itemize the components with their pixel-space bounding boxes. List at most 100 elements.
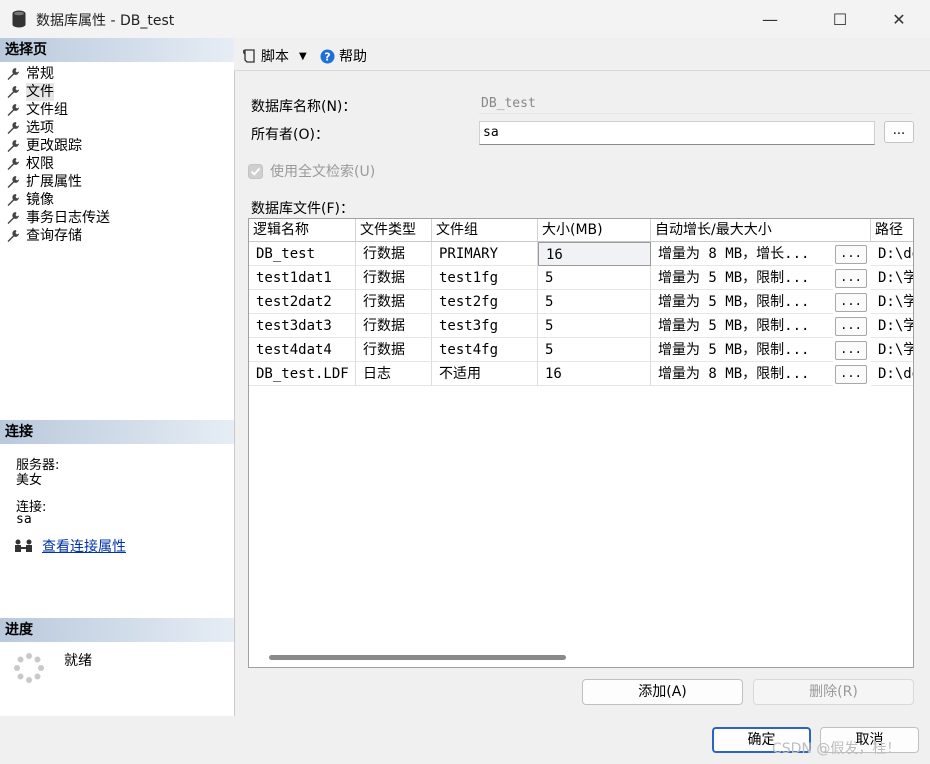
script-icon xyxy=(243,49,255,63)
autogrowth-edit-button[interactable]: ... xyxy=(835,245,867,264)
maximize-button[interactable]: ☐ xyxy=(817,0,863,38)
cell-name[interactable]: test3dat3 xyxy=(249,314,356,338)
cell-size[interactable]: 5 xyxy=(538,266,651,290)
cell-size[interactable]: 16 xyxy=(538,242,651,266)
nav-item-label: 事务日志传送 xyxy=(26,210,110,226)
cell-type: 行数据 xyxy=(356,338,432,362)
autogrowth-edit-button[interactable]: ... xyxy=(835,317,867,336)
nav-item[interactable]: 常规 xyxy=(6,65,54,83)
view-connection-properties-link[interactable]: 查看连接属性 xyxy=(42,536,126,556)
cell-path: D:\学 xyxy=(871,266,913,290)
nav-item-label: 选项 xyxy=(26,120,54,136)
nav-item-label: 常规 xyxy=(26,66,54,82)
cell-path: D:\学 xyxy=(871,338,913,362)
fulltext-checkbox-row: 使用全文检索(U) xyxy=(248,161,375,181)
add-button[interactable]: 添加(A) xyxy=(582,679,743,705)
cell-type: 行数据 xyxy=(356,266,432,290)
wrench-icon xyxy=(7,230,19,242)
wrench-icon xyxy=(7,104,19,116)
cell-size[interactable]: 5 xyxy=(538,290,651,314)
remove-button[interactable]: 删除(R) xyxy=(753,679,914,705)
cell-growth[interactable]: 增量为 5 MB，限制... xyxy=(651,338,833,362)
cell-size[interactable]: 5 xyxy=(538,338,651,362)
horizontal-scrollbar-thumb[interactable] xyxy=(269,655,566,660)
nav-item-label: 更改跟踪 xyxy=(26,138,82,154)
nav-item-label: 镜像 xyxy=(26,192,54,208)
wrench-icon xyxy=(7,176,19,188)
maximize-icon: ☐ xyxy=(832,9,848,29)
nav-item[interactable]: 文件 xyxy=(6,83,54,101)
minimize-button[interactable]: — xyxy=(747,0,793,38)
nav-item[interactable]: 镜像 xyxy=(6,191,54,209)
cell-type: 行数据 xyxy=(356,314,432,338)
cell-growth[interactable]: 增量为 5 MB，限制... xyxy=(651,266,833,290)
cell-name[interactable]: DB_test.LDF xyxy=(249,362,356,386)
connection-header: 连接 xyxy=(0,420,234,444)
nav-item[interactable]: 扩展属性 xyxy=(6,173,82,191)
close-icon: ✕ xyxy=(892,9,906,29)
db-name-field: DB_test xyxy=(479,94,913,114)
help-icon: ? xyxy=(320,49,335,63)
nav-item-label: 文件 xyxy=(26,83,54,101)
autogrowth-edit-button[interactable]: ... xyxy=(835,365,867,384)
wrench-icon xyxy=(7,194,19,206)
help-button[interactable]: ? 帮助 xyxy=(320,46,367,66)
autogrowth-edit-button[interactable]: ... xyxy=(835,341,867,360)
column-header[interactable]: 大小(MB) xyxy=(538,219,651,242)
close-button[interactable]: ✕ xyxy=(876,0,922,38)
db-files-label: 数据库文件(F)： xyxy=(251,201,354,217)
cell-name[interactable]: DB_test xyxy=(249,242,356,266)
wrench-icon xyxy=(7,86,19,98)
watermark: CSDN @假发，桂！ xyxy=(772,741,901,757)
cell-growth[interactable]: 增量为 8 MB，增长... xyxy=(651,242,833,266)
chevron-down-icon: ▼ xyxy=(299,50,307,62)
cell-group: test3fg xyxy=(432,314,538,338)
autogrowth-edit-button[interactable]: ... xyxy=(835,293,867,312)
nav-item[interactable]: 查询存储 xyxy=(6,227,82,245)
cell-group: 不适用 xyxy=(432,362,538,386)
cell-name[interactable]: test2dat2 xyxy=(249,290,356,314)
minimize-icon: — xyxy=(762,9,778,29)
column-header[interactable]: 自动增长/最大大小 xyxy=(651,219,871,242)
connection-value: sa xyxy=(16,512,32,527)
script-button[interactable]: 脚本 ▼ xyxy=(242,46,307,66)
nav-item[interactable]: 文件组 xyxy=(6,101,68,119)
nav-item[interactable]: 事务日志传送 xyxy=(6,209,110,227)
nav-item[interactable]: 更改跟踪 xyxy=(6,137,82,155)
cell-type: 行数据 xyxy=(356,242,432,266)
cell-type: 行数据 xyxy=(356,290,432,314)
nav-item[interactable]: 权限 xyxy=(6,155,54,173)
server-value: 美女 xyxy=(16,473,43,488)
cell-group: PRIMARY xyxy=(432,242,538,266)
column-header[interactable]: 文件类型 xyxy=(356,219,432,242)
cell-type: 日志 xyxy=(356,362,432,386)
nav-item-label: 文件组 xyxy=(26,102,68,118)
nav-item-label: 扩展属性 xyxy=(26,174,82,190)
fulltext-label: 使用全文检索(U) xyxy=(270,164,376,180)
progress-status: 就绪 xyxy=(64,653,92,669)
wrench-icon xyxy=(7,68,19,80)
autogrowth-edit-button[interactable]: ... xyxy=(835,269,867,288)
cell-group: test1fg xyxy=(432,266,538,290)
owner-label: 所有者(O)： xyxy=(251,127,329,143)
left-panel: 选择页 常规 文件 文件组 选项 更改跟踪 权限 扩展属性 镜像 事务日志传送 查询存储 连接 服… xyxy=(0,38,235,716)
owner-field[interactable]: sa xyxy=(479,121,875,145)
cell-name[interactable]: test4dat4 xyxy=(249,338,356,362)
column-header[interactable]: 逻辑名称 xyxy=(249,219,356,242)
cell-size[interactable]: 5 xyxy=(538,314,651,338)
column-header[interactable]: 路径 xyxy=(871,219,913,242)
cell-growth[interactable]: 增量为 8 MB，限制... xyxy=(651,362,833,386)
connection-properties-icon xyxy=(15,539,32,552)
cell-size[interactable]: 16 xyxy=(538,362,651,386)
wrench-icon xyxy=(7,140,19,152)
cell-growth[interactable]: 增量为 5 MB，限制... xyxy=(651,290,833,314)
fulltext-checkbox[interactable] xyxy=(248,163,263,179)
toolbar: 脚本 ▼ ? 帮助 xyxy=(234,38,930,71)
owner-browse-button[interactable]: ... xyxy=(884,121,914,143)
column-header[interactable]: 文件组 xyxy=(432,219,538,242)
cell-name[interactable]: test1dat1 xyxy=(249,266,356,290)
cell-path: D:\de xyxy=(871,362,913,386)
cell-growth[interactable]: 增量为 5 MB，限制... xyxy=(651,314,833,338)
svg-text:?: ? xyxy=(324,50,330,63)
nav-item[interactable]: 选项 xyxy=(6,119,54,137)
